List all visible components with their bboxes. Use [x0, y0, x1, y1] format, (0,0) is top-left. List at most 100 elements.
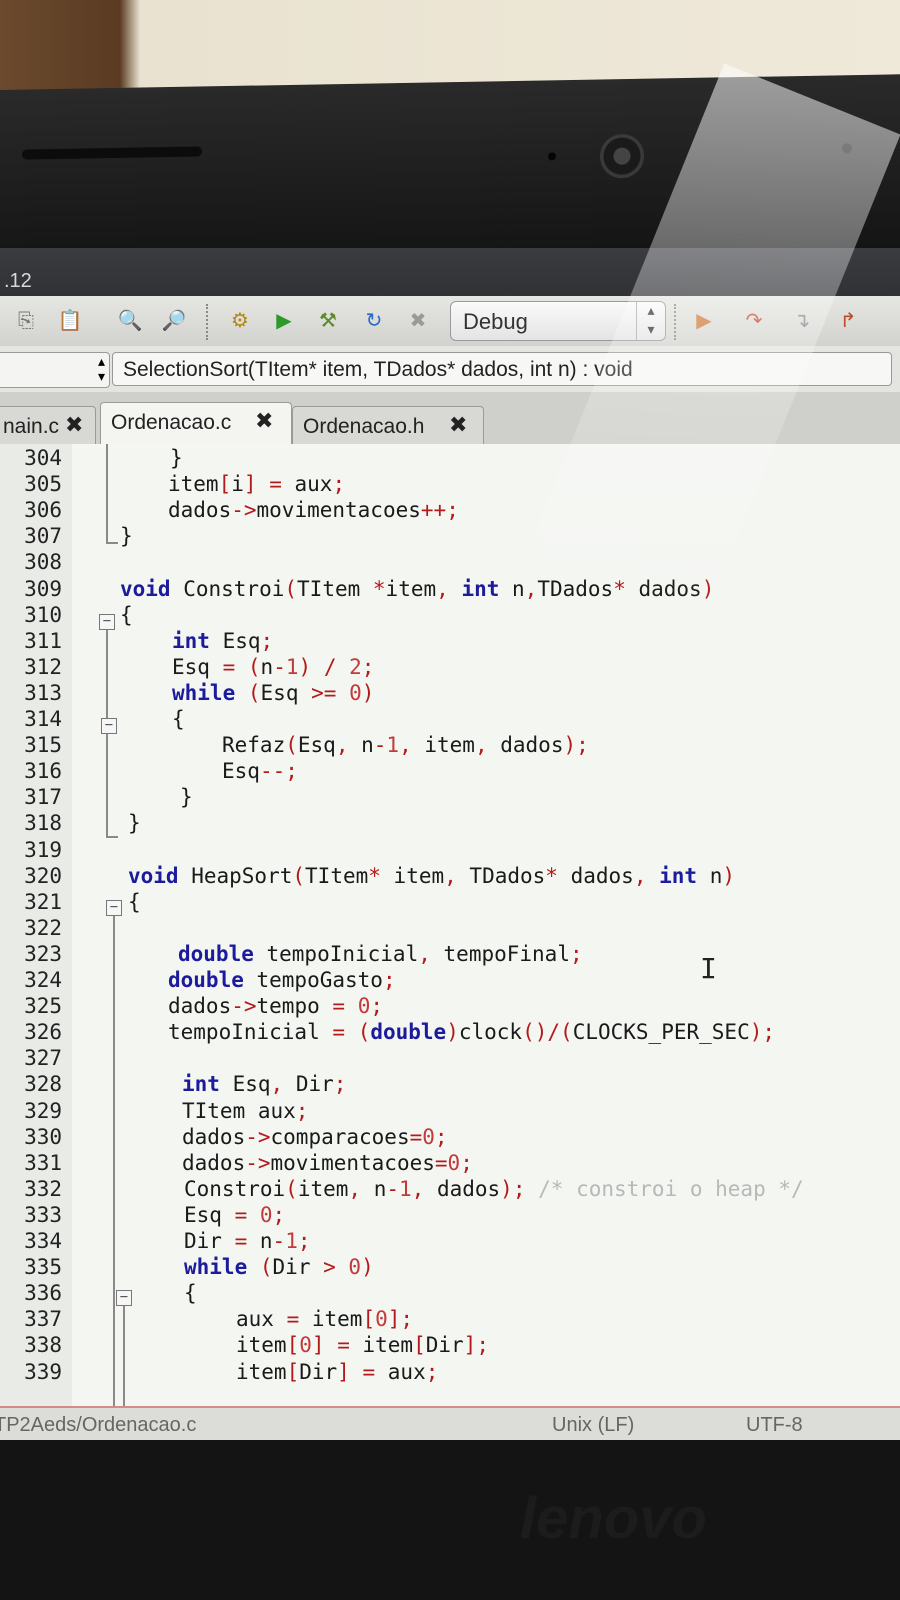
- code-line[interactable]: 323 double tempoInicial, tempoFinal;: [0, 942, 900, 968]
- code-line[interactable]: 327: [0, 1046, 900, 1072]
- code-text: item[0] = item[Dir];: [236, 1333, 489, 1358]
- code-line[interactable]: 325 dados->tempo = 0;: [0, 994, 900, 1020]
- code-line[interactable]: 310 {: [0, 603, 900, 629]
- line-number: 313: [24, 680, 62, 705]
- run-icon[interactable]: ▶: [272, 308, 296, 332]
- code-editor[interactable]: − − − − 304} 305 item[i] = aux; 306 dados->m…: [0, 444, 900, 1406]
- code-line[interactable]: 308: [0, 550, 900, 576]
- code-line[interactable]: 330 dados->comparacoes=0;: [0, 1125, 900, 1151]
- line-number: 317: [24, 785, 62, 810]
- window-title: .12: [4, 270, 32, 292]
- code-line[interactable]: 335 while (Dir > 0): [0, 1255, 900, 1281]
- code-line[interactable]: 338 item[0] = item[Dir];: [0, 1333, 900, 1359]
- code-text: Dir = n-1;: [184, 1229, 311, 1253]
- build-config-select[interactable]: Debug ▴ ▾: [450, 301, 666, 341]
- code-text: Esq = 0;: [184, 1202, 286, 1227]
- code-text: void HeapSort(TItem* item, TDados* dados…: [128, 863, 736, 888]
- code-text: dados->tempo = 0;: [168, 994, 383, 1019]
- code-text: }: [128, 811, 141, 836]
- code-line[interactable]: 331 dados->movimentacoes=0;: [0, 1151, 900, 1177]
- debug-run-icon[interactable]: ▶: [692, 308, 716, 332]
- line-number: 304: [24, 446, 62, 470]
- line-number: 308: [24, 550, 62, 575]
- close-icon[interactable]: ✖: [255, 409, 273, 434]
- laptop-lower-bezel: [0, 1440, 900, 1600]
- encoding[interactable]: UTF-8: [746, 1414, 803, 1437]
- webcam-icon: [600, 133, 644, 179]
- step-into-icon[interactable]: ↴: [790, 308, 814, 332]
- code-text: item[Dir] = aux;: [236, 1359, 439, 1384]
- code-line[interactable]: 313 while (Esq >= 0): [0, 681, 900, 707]
- find-in-files-icon[interactable]: 🔎: [162, 308, 187, 332]
- code-line[interactable]: 324 double tempoGasto;: [0, 968, 900, 994]
- code-line[interactable]: 315 Refaz(Esq, n-1, item, dados);: [0, 733, 900, 759]
- line-number: 307: [24, 524, 62, 549]
- line-number: 314: [24, 707, 62, 731]
- paste-icon[interactable]: 📋: [58, 308, 83, 332]
- laptop-screen: .12 ⎘ 📋 🔍 🔎 ⚙ ▶ ⚒ ↻ ✖ Debug ▴ ▾ ▶ ↷ ↴ ↱ ▴…: [0, 248, 900, 1478]
- code-line[interactable]: 318}: [0, 811, 900, 837]
- code-line[interactable]: 317}: [0, 785, 900, 811]
- code-line[interactable]: 339 item[Dir] = aux;: [0, 1360, 900, 1386]
- code-line[interactable]: 326 tempoInicial = (double)clock()/(CLOCK…: [0, 1020, 900, 1046]
- code-text: aux = item[0];: [236, 1307, 414, 1332]
- code-line[interactable]: 304}: [0, 446, 900, 472]
- tab-main-c[interactable]: nain.c ✖: [0, 406, 96, 444]
- code-line[interactable]: 319: [0, 838, 900, 864]
- line-number: 305: [24, 472, 62, 497]
- code-line[interactable]: 336 {: [0, 1281, 900, 1307]
- line-number: 330: [24, 1124, 62, 1149]
- code-text: TItem aux;: [182, 1098, 309, 1123]
- code-line[interactable]: 332 Constroi(item, n-1, dados); /* constr…: [0, 1177, 900, 1203]
- function-select[interactable]: SelectionSort(TItem* item, TDados* dados…: [112, 352, 892, 386]
- code-text: {: [120, 602, 133, 627]
- code-line[interactable]: 311 int Esq;: [0, 629, 900, 655]
- brand-logo: lenovo: [520, 1486, 707, 1551]
- code-line[interactable]: 316 Esq--;: [0, 759, 900, 785]
- code-line[interactable]: 306 dados->movimentacoes++;: [0, 498, 900, 524]
- rebuild-icon[interactable]: ↻: [362, 308, 386, 332]
- code-text: double tempoInicial, tempoFinal;: [178, 941, 583, 966]
- build-icon[interactable]: ⚙: [228, 308, 252, 332]
- spinner-arrows-icon: ▴ ▾: [97, 354, 105, 385]
- code-line[interactable]: 314 {: [0, 707, 900, 733]
- line-endings[interactable]: Unix (LF): [552, 1414, 634, 1437]
- bezel-slot: [22, 146, 202, 160]
- code-line[interactable]: 305 item[i] = aux;: [0, 472, 900, 498]
- code-line[interactable]: 309 void Constroi(TItem *item, int n,TDad…: [0, 577, 900, 603]
- code-line[interactable]: 334 Dir = n-1;: [0, 1229, 900, 1255]
- code-line[interactable]: 307}: [0, 524, 900, 550]
- status-bar: TP2Aeds/Ordenacao.c Unix (LF) UTF-8: [0, 1406, 900, 1442]
- close-icon[interactable]: ✖: [449, 413, 467, 438]
- code-line[interactable]: 322: [0, 916, 900, 942]
- code-line[interactable]: 333 Esq = 0;: [0, 1203, 900, 1229]
- tab-label: Ordenacao.c: [111, 411, 232, 434]
- scope-select[interactable]: ▴ ▾: [0, 352, 110, 388]
- step-icon[interactable]: ↷: [742, 308, 766, 332]
- step-out-icon[interactable]: ↱: [836, 308, 860, 332]
- line-number: 324: [24, 968, 62, 992]
- code-line[interactable]: 328 int Esq, Dir;: [0, 1072, 900, 1098]
- tab-ordenacao-c[interactable]: Ordenacao.c ✖: [100, 402, 292, 445]
- code-line[interactable]: 337 aux = item[0];: [0, 1307, 900, 1333]
- code-text: int Esq, Dir;: [182, 1072, 347, 1097]
- editor-tab-bar: nain.c ✖ Ordenacao.c ✖ Ordenacao.h ✖: [0, 392, 900, 445]
- code-text: dados->comparacoes=0;: [182, 1124, 448, 1149]
- stop-icon[interactable]: ✖: [406, 308, 430, 332]
- code-line[interactable]: 321 {: [0, 890, 900, 916]
- find-icon[interactable]: 🔍: [118, 308, 143, 332]
- line-number: 335: [24, 1255, 62, 1280]
- line-number: 336: [24, 1281, 62, 1306]
- copy-icon[interactable]: ⎘: [14, 308, 38, 332]
- code-text: }: [170, 446, 183, 470]
- tab-ordenacao-h[interactable]: Ordenacao.h ✖: [292, 406, 484, 444]
- line-number: 306: [24, 498, 62, 523]
- spinner-arrows-icon[interactable]: ▴ ▾: [636, 302, 665, 340]
- code-text: while (Dir > 0): [184, 1255, 374, 1280]
- build-run-icon[interactable]: ⚒: [316, 308, 340, 332]
- code-line[interactable]: 320 void HeapSort(TItem* item, TDados* da…: [0, 864, 900, 890]
- close-icon[interactable]: ✖: [65, 413, 83, 438]
- line-number: 325: [24, 994, 62, 1019]
- code-line[interactable]: 312 Esq = (n-1) / 2;: [0, 655, 900, 681]
- code-line[interactable]: 329 TItem aux;: [0, 1099, 900, 1125]
